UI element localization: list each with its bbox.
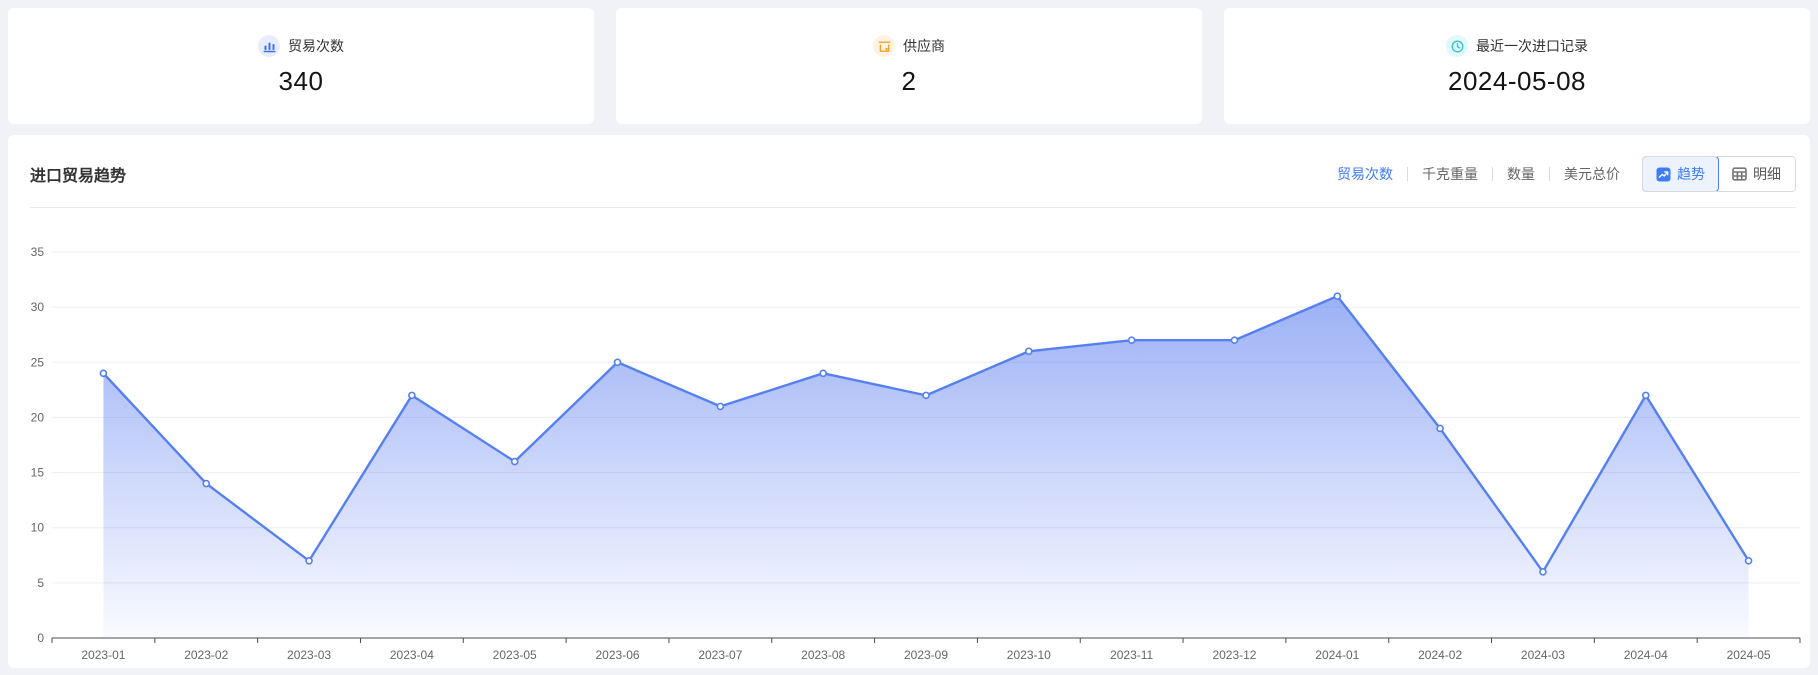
chart-body: 0 5 10 15 20 25 30 35 2023-01 2023-02 2023-03 2023-… — [8, 208, 1810, 666]
separator — [1407, 167, 1408, 181]
stat-value: 340 — [279, 66, 324, 97]
svg-text:2023-06: 2023-06 — [596, 648, 640, 662]
metric-tab-quantity[interactable]: 数量 — [1507, 164, 1535, 184]
svg-text:25: 25 — [31, 355, 45, 369]
table-icon — [1732, 167, 1747, 181]
svg-text:20: 20 — [31, 410, 45, 424]
svg-text:2023-09: 2023-09 — [904, 648, 948, 662]
bar-chart-icon — [258, 35, 280, 57]
stat-label: 贸易次数 — [288, 36, 344, 56]
svg-text:2023-01: 2023-01 — [81, 648, 125, 662]
svg-text:15: 15 — [31, 466, 45, 480]
separator — [1492, 167, 1493, 181]
svg-text:2024-05: 2024-05 — [1727, 648, 1771, 662]
metric-tab-usd-total[interactable]: 美元总价 — [1564, 164, 1620, 184]
svg-text:2023-07: 2023-07 — [698, 648, 742, 662]
svg-text:2023-02: 2023-02 — [184, 648, 228, 662]
stat-value: 2 — [902, 66, 917, 97]
svg-text:2023-03: 2023-03 — [287, 648, 331, 662]
svg-text:2024-04: 2024-04 — [1624, 648, 1668, 662]
metric-tab-trade-count[interactable]: 贸易次数 — [1337, 164, 1393, 184]
stats-row: 贸易次数 340 供应商 2 最 — [8, 8, 1810, 124]
chart-header: 进口贸易趋势 贸易次数 千克重量 数量 美元总价 趋势 — [8, 135, 1810, 207]
svg-text:2023-12: 2023-12 — [1212, 648, 1256, 662]
chart-toolbar: 贸易次数 千克重量 数量 美元总价 趋势 — [1337, 156, 1796, 192]
svg-text:2023-11: 2023-11 — [1110, 648, 1153, 662]
svg-text:2024-02: 2024-02 — [1418, 648, 1462, 662]
stat-label: 最近一次进口记录 — [1476, 36, 1588, 56]
stat-value: 2024-05-08 — [1448, 66, 1586, 97]
detail-view-label: 明细 — [1753, 164, 1781, 184]
svg-text:30: 30 — [31, 300, 45, 314]
svg-text:2023-05: 2023-05 — [493, 648, 537, 662]
store-icon — [873, 35, 895, 57]
stat-label: 供应商 — [903, 36, 945, 56]
svg-text:5: 5 — [37, 576, 44, 590]
svg-text:2023-08: 2023-08 — [801, 648, 845, 662]
chart-title: 进口贸易趋势 — [30, 162, 126, 186]
svg-text:0: 0 — [37, 631, 44, 645]
trend-icon — [1656, 167, 1671, 182]
svg-text:2024-01: 2024-01 — [1315, 648, 1359, 662]
svg-text:35: 35 — [31, 245, 45, 259]
svg-text:10: 10 — [31, 521, 45, 535]
metric-tab-kg-weight[interactable]: 千克重量 — [1422, 164, 1478, 184]
clock-icon — [1446, 35, 1468, 57]
trend-view-label: 趋势 — [1677, 164, 1705, 184]
stat-card-last-import: 最近一次进口记录 2024-05-08 — [1224, 8, 1810, 124]
detail-view-button[interactable]: 明细 — [1718, 157, 1795, 191]
trend-area-chart: 0 5 10 15 20 25 30 35 2023-01 2023-02 2023-03 2023-… — [8, 208, 1803, 666]
view-toggle-group: 趋势 明细 — [1642, 156, 1796, 192]
import-trend-panel: 进口贸易趋势 贸易次数 千克重量 数量 美元总价 趋势 — [8, 135, 1810, 668]
separator — [1549, 167, 1550, 181]
stat-card-suppliers: 供应商 2 — [616, 8, 1202, 124]
trend-view-button[interactable]: 趋势 — [1642, 156, 1719, 192]
svg-text:2023-04: 2023-04 — [390, 648, 434, 662]
svg-text:2023-10: 2023-10 — [1007, 648, 1051, 662]
stat-card-trade-count: 贸易次数 340 — [8, 8, 594, 124]
svg-text:2024-03: 2024-03 — [1521, 648, 1565, 662]
